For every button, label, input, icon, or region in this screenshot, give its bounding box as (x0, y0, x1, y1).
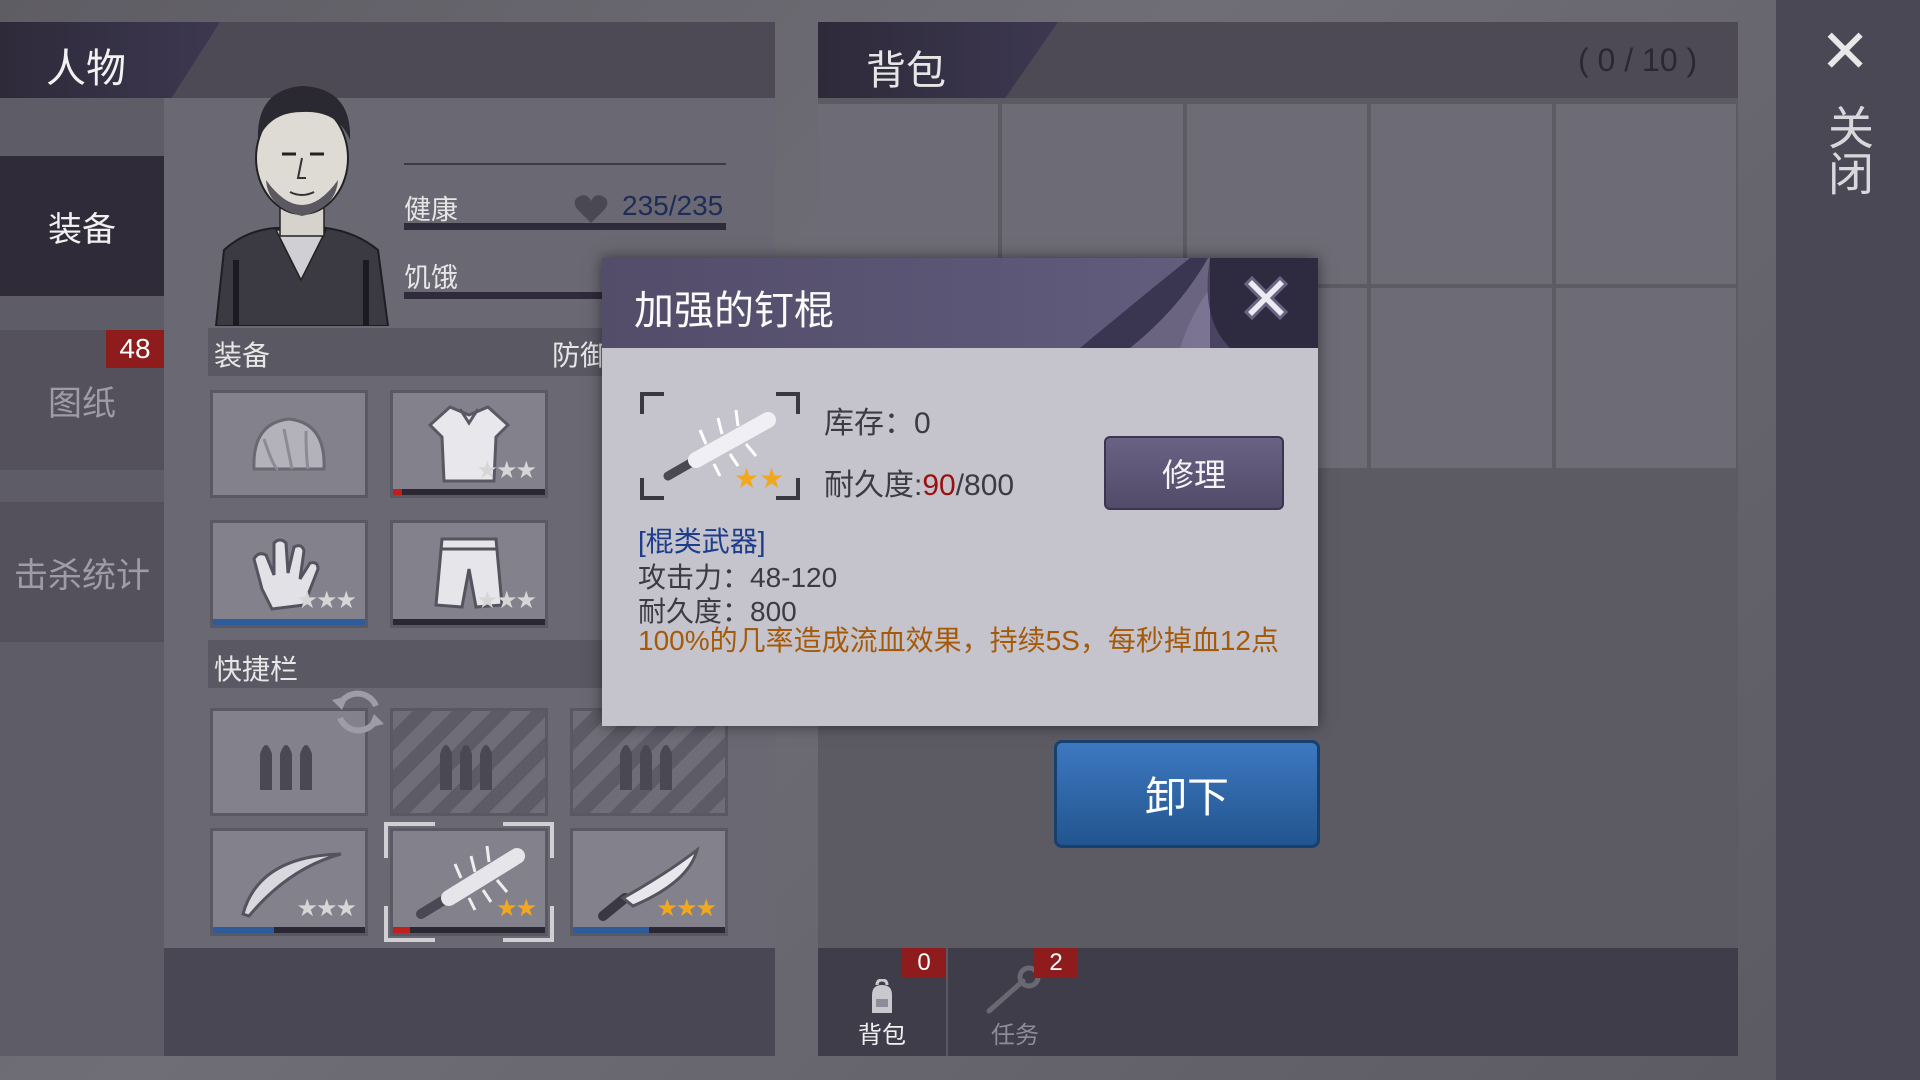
backpack-icon (872, 979, 892, 1013)
unequip-button[interactable]: 卸下 (1054, 740, 1320, 848)
backpack-title: 背包 (866, 49, 946, 93)
equip-slot-hat[interactable] (210, 390, 368, 498)
quick-slot-nail-bat[interactable]: ★★ (390, 828, 548, 936)
equip-slot-gloves[interactable]: ★★★ (210, 520, 368, 628)
bullets-icon (393, 711, 545, 813)
backpack-count-badge: 0 (902, 948, 946, 978)
backpack-slot[interactable] (818, 104, 999, 284)
quick-slot-locked[interactable] (390, 708, 548, 816)
close-icon[interactable]: ✕ (1820, 22, 1870, 82)
item-type: [棍类武器] (638, 526, 766, 557)
backpack-slot[interactable] (1555, 288, 1736, 468)
quick-slot-machete[interactable]: ★★★ (570, 828, 728, 936)
character-title: 人物 (46, 47, 126, 91)
hunger-label: 饥饿 (404, 263, 458, 293)
character-footer (164, 948, 775, 1056)
pants-stars: ★★★ (476, 587, 537, 614)
popup-title: 加强的钉棍 (634, 289, 834, 333)
close-label[interactable]: 关闭 (1822, 104, 1874, 196)
item-preview: ★★ (640, 392, 800, 500)
backpack-slot[interactable] (1371, 104, 1552, 284)
backpack-slot[interactable] (1002, 104, 1183, 284)
gloves-stars: ★★★ (296, 587, 357, 614)
svg-text:★★: ★★ (734, 462, 784, 495)
health-bar (404, 223, 726, 230)
item-effect: 100%的几率造成流血效果，持续5S，每秒掉血12点 (638, 625, 1280, 656)
tab-equipment[interactable]: 装备 (0, 156, 164, 296)
health-label: 健康 (404, 195, 458, 225)
backpack-slot[interactable] (1186, 104, 1368, 284)
item-durability: 耐久度:90/800 (824, 469, 1015, 502)
shirt-stars: ★★★ (476, 457, 537, 484)
equipment-section-label: 装备 (214, 340, 271, 371)
heart-icon (574, 195, 608, 223)
footer-tab-backpack-label: 背包 (858, 1022, 906, 1049)
hunger-bar (404, 292, 604, 299)
backpack-capacity: ( 0 / 10 ) (1578, 42, 1698, 78)
bullets-icon (573, 711, 725, 813)
character-portrait (214, 86, 390, 326)
quick-slot-bow[interactable]: ★★★ (210, 828, 368, 936)
footer-tab-tasks-label: 任务 (991, 1022, 1039, 1049)
tasks-count-badge: 2 (1034, 948, 1078, 978)
beanie-icon (213, 393, 365, 495)
tab-kill-stats[interactable]: 击杀统计 (0, 502, 164, 642)
backpack-footer: 背包 0 任务 2 (818, 948, 1738, 1056)
stats-divider (404, 163, 726, 165)
quickbar-section-label: 快捷栏 (214, 654, 299, 685)
blueprint-count-badge: 48 (106, 330, 164, 368)
machete-stars: ★★★ (656, 895, 717, 922)
nail-bat-stars: ★★ (495, 895, 537, 922)
repair-button[interactable]: 修理 (1104, 436, 1284, 510)
swap-icon[interactable] (330, 684, 386, 740)
equip-slot-pants[interactable]: ★★★ (390, 520, 548, 628)
equip-slot-shirt[interactable]: ★★★ (390, 390, 548, 498)
bow-stars: ★★★ (296, 895, 357, 922)
backpack-slot[interactable] (1555, 104, 1736, 284)
defense-section-label: 防御 (552, 340, 609, 371)
close-icon[interactable] (1234, 266, 1298, 330)
item-stock: 库存：0 (824, 407, 931, 440)
health-value: 235/235 (622, 190, 724, 221)
backpack-slot[interactable] (1371, 288, 1552, 468)
